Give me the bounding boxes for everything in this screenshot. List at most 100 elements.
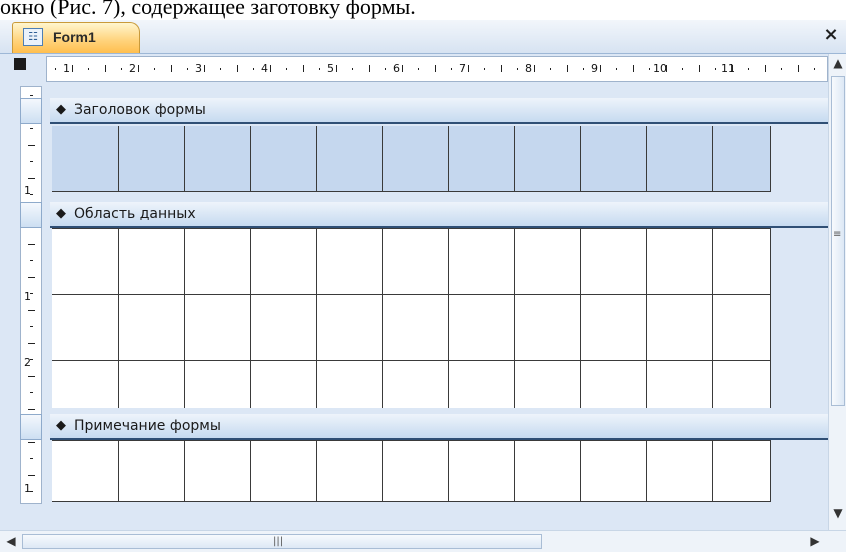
ruler-number: 6 <box>393 62 400 75</box>
section-selector[interactable] <box>20 202 42 228</box>
grid-line <box>316 228 317 408</box>
form-icon: ☷ <box>23 28 43 46</box>
ruler-number: 3 <box>195 62 202 75</box>
vertical-scroll-thumb[interactable]: ≡ <box>831 76 845 406</box>
horizontal-scroll-thumb[interactable]: ||| <box>22 534 542 549</box>
ruler-tick <box>567 65 568 72</box>
ruler-tick <box>402 65 403 72</box>
ruler-tick <box>303 65 304 72</box>
ruler-tick <box>468 65 469 72</box>
grid-line <box>712 126 713 192</box>
scroll-right-button[interactable]: ▶ <box>808 534 822 548</box>
ruler-tick <box>253 68 254 70</box>
ruler-tick <box>72 65 73 72</box>
scroll-down-button[interactable]: ▼ <box>831 506 845 520</box>
ruler-tick <box>30 326 33 327</box>
section-header-label: Заголовок формы <box>74 102 206 118</box>
ruler-tick <box>220 68 221 70</box>
section-detail-bar[interactable]: ◆ Область данных <box>20 202 828 228</box>
ruler-tick <box>28 244 35 245</box>
close-icon[interactable]: × <box>822 24 840 46</box>
ruler-tick <box>385 68 386 70</box>
section-footer-label: Примечание формы <box>74 418 221 434</box>
section-footer-bar[interactable]: ◆ Примечание формы <box>20 414 828 440</box>
grid-line <box>712 440 713 502</box>
grid-line <box>316 126 317 192</box>
ruler-tick <box>204 65 205 72</box>
ruler-tick <box>28 178 35 179</box>
grid-line <box>52 228 770 229</box>
ruler-tick <box>30 95 33 96</box>
section-header-bar[interactable]: ◆ Заголовок формы <box>20 98 828 124</box>
ruler-tick <box>369 65 370 72</box>
grid-line <box>514 440 515 502</box>
ruler-tick <box>270 65 271 72</box>
ruler-number: 7 <box>459 62 466 75</box>
grid-line <box>52 440 770 441</box>
ruler-tick <box>451 68 452 70</box>
ruler-number: 2 <box>129 62 136 75</box>
form-footer-grid[interactable] <box>52 440 771 502</box>
ruler-tick <box>30 491 33 492</box>
scroll-up-button[interactable]: ▲ <box>831 56 845 70</box>
ruler-tick <box>633 65 634 72</box>
ruler-tick <box>30 260 33 261</box>
grid-line <box>770 126 771 192</box>
grid-line <box>184 228 185 408</box>
grid-line <box>382 440 383 502</box>
grid-line <box>712 228 713 408</box>
ruler-tick <box>28 145 35 146</box>
ruler-number: 1 <box>63 62 70 75</box>
ruler-tick <box>517 68 518 70</box>
grid-line <box>514 126 515 192</box>
ruler-tick <box>534 65 535 72</box>
grid-line <box>448 126 449 192</box>
form-selector-button[interactable] <box>14 58 26 70</box>
horizontal-ruler[interactable]: 1 2 3 4 5 6 7 8 9 10 11 <box>46 56 828 82</box>
ruler-tick <box>30 359 33 360</box>
ruler-tick <box>121 68 122 70</box>
ruler-tick <box>748 68 749 70</box>
ruler-tick <box>286 68 287 70</box>
form-header-grid[interactable] <box>52 126 771 192</box>
ruler-tick <box>28 475 35 476</box>
ruler-tick <box>30 194 33 195</box>
collapse-arrow-icon: ◆ <box>56 102 66 117</box>
ruler-tick <box>30 293 33 294</box>
grid-line <box>514 228 515 408</box>
ruler-tick <box>55 68 56 70</box>
ruler-tick <box>814 68 815 70</box>
ruler-tick <box>798 65 799 72</box>
scroll-left-button[interactable]: ◀ <box>4 534 18 548</box>
ruler-tick <box>171 65 172 72</box>
ruler-tick <box>319 68 320 70</box>
ruler-tick <box>88 68 89 70</box>
collapse-arrow-icon: ◆ <box>56 418 66 433</box>
ruler-number: 5 <box>327 62 334 75</box>
ruler-tick <box>666 65 667 72</box>
detail-grid[interactable] <box>52 228 771 408</box>
section-band: ◆ Примечание формы <box>50 414 828 440</box>
grid-line <box>250 440 251 502</box>
tab-form1[interactable]: ☷ Form1 <box>12 22 140 53</box>
grid-line <box>646 228 647 408</box>
horizontal-scrollbar[interactable]: ◀ ||| ▶ <box>0 530 846 552</box>
ruler-tick <box>682 68 683 70</box>
vertical-scrollbar[interactable]: ▲ ≡ ▼ <box>828 54 846 530</box>
section-selector[interactable] <box>20 414 42 440</box>
section-band: ◆ Область данных <box>50 202 828 228</box>
vertical-ruler[interactable]: 1 1 2 1 <box>20 86 42 504</box>
grid-line <box>580 228 581 408</box>
ruler-tick <box>765 65 766 72</box>
ruler-tick <box>649 68 650 70</box>
document-caption: окно (Рис. 7), содержащее заготовку форм… <box>0 0 416 19</box>
grid-line <box>250 228 251 408</box>
grid-line <box>770 440 771 502</box>
section-selector[interactable] <box>20 98 42 124</box>
ruler-number: 9 <box>591 62 598 75</box>
grip-icon: ||| <box>273 536 284 547</box>
grid-line <box>52 294 770 295</box>
ruler-tick <box>781 68 782 70</box>
ruler-tick <box>138 65 139 72</box>
grid-line <box>382 228 383 408</box>
